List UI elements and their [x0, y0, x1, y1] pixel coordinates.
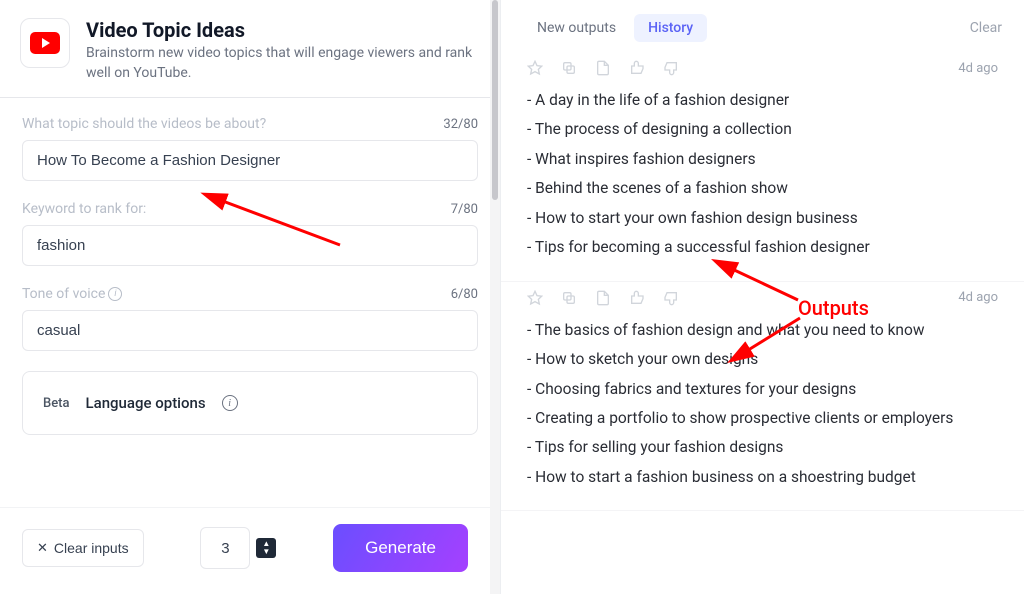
output-block: 4d ago - The basics of fashion design an…: [501, 282, 1024, 512]
right-panel: New outputs History Clear 4d ago - A day…: [500, 0, 1024, 594]
star-icon[interactable]: [527, 290, 543, 306]
quantity-stepper[interactable]: ▲ ▼: [256, 538, 276, 558]
copy-icon[interactable]: [561, 290, 577, 306]
output-block: 4d ago - A day in the life of a fashion …: [501, 52, 1024, 282]
document-icon[interactable]: [595, 60, 611, 76]
left-panel: Video Topic Ideas Brainstorm new video t…: [0, 0, 500, 594]
output-list: - The basics of fashion design and what …: [527, 316, 998, 493]
thumbs-down-icon[interactable]: [663, 60, 679, 76]
close-icon: ✕: [37, 540, 48, 556]
topic-label: What topic should the videos be about?: [22, 116, 266, 132]
scrollbar-thumb[interactable]: [492, 0, 498, 200]
tone-input[interactable]: [22, 310, 478, 351]
topic-input[interactable]: [22, 140, 478, 181]
clear-outputs-link[interactable]: Clear: [970, 20, 1002, 36]
keyword-counter: 7/80: [451, 202, 478, 217]
list-item: - How to sketch your own designs: [527, 345, 998, 374]
clear-label: Clear inputs: [54, 540, 129, 556]
chevron-down-icon: ▼: [262, 548, 270, 556]
list-item: - Behind the scenes of a fashion show: [527, 174, 998, 203]
thumbs-down-icon[interactable]: [663, 290, 679, 306]
copy-icon[interactable]: [561, 60, 577, 76]
youtube-logo: [20, 18, 70, 68]
list-item: - Tips for becoming a successful fashion…: [527, 233, 998, 262]
page-subtitle: Brainstorm new video topics that will en…: [86, 44, 480, 83]
tab-history[interactable]: History: [634, 14, 707, 42]
topic-counter: 32/80: [443, 117, 478, 132]
output-list: - A day in the life of a fashion designe…: [527, 86, 998, 263]
output-timestamp: 4d ago: [958, 290, 998, 305]
info-icon[interactable]: i: [108, 287, 122, 301]
scrollbar[interactable]: [490, 0, 500, 594]
list-item: - How to start your own fashion design b…: [527, 204, 998, 233]
star-icon[interactable]: [527, 60, 543, 76]
options-label: Language options: [86, 394, 206, 412]
list-item: - The basics of fashion design and what …: [527, 316, 998, 345]
clear-inputs-button[interactable]: ✕ Clear inputs: [22, 529, 144, 567]
generate-button[interactable]: Generate: [333, 524, 468, 572]
count-input[interactable]: [200, 527, 250, 569]
tone-counter: 6/80: [451, 287, 478, 302]
list-item: - How to start a fashion business on a s…: [527, 463, 998, 492]
language-options-card[interactable]: Beta Language options i: [22, 371, 478, 435]
play-icon: [30, 32, 60, 54]
info-icon[interactable]: i: [222, 395, 238, 411]
page-title: Video Topic Ideas: [86, 18, 480, 42]
keyword-input[interactable]: [22, 225, 478, 266]
document-icon[interactable]: [595, 290, 611, 306]
output-timestamp: 4d ago: [958, 61, 998, 76]
beta-badge: Beta: [43, 396, 70, 411]
list-item: - Choosing fabrics and textures for your…: [527, 375, 998, 404]
header: Video Topic Ideas Brainstorm new video t…: [0, 0, 500, 97]
list-item: - What inspires fashion designers: [527, 145, 998, 174]
keyword-label: Keyword to rank for:: [22, 201, 146, 217]
footer-bar: ✕ Clear inputs ▲ ▼ Generate: [0, 507, 490, 594]
thumbs-up-icon[interactable]: [629, 60, 645, 76]
list-item: - Tips for selling your fashion designs: [527, 433, 998, 462]
thumbs-up-icon[interactable]: [629, 290, 645, 306]
tone-label: Tone of voicei: [22, 286, 122, 302]
tab-new-outputs[interactable]: New outputs: [523, 14, 630, 42]
list-item: - The process of designing a collection: [527, 115, 998, 144]
list-item: - A day in the life of a fashion designe…: [527, 86, 998, 115]
list-item: - Creating a portfolio to show prospecti…: [527, 404, 998, 433]
